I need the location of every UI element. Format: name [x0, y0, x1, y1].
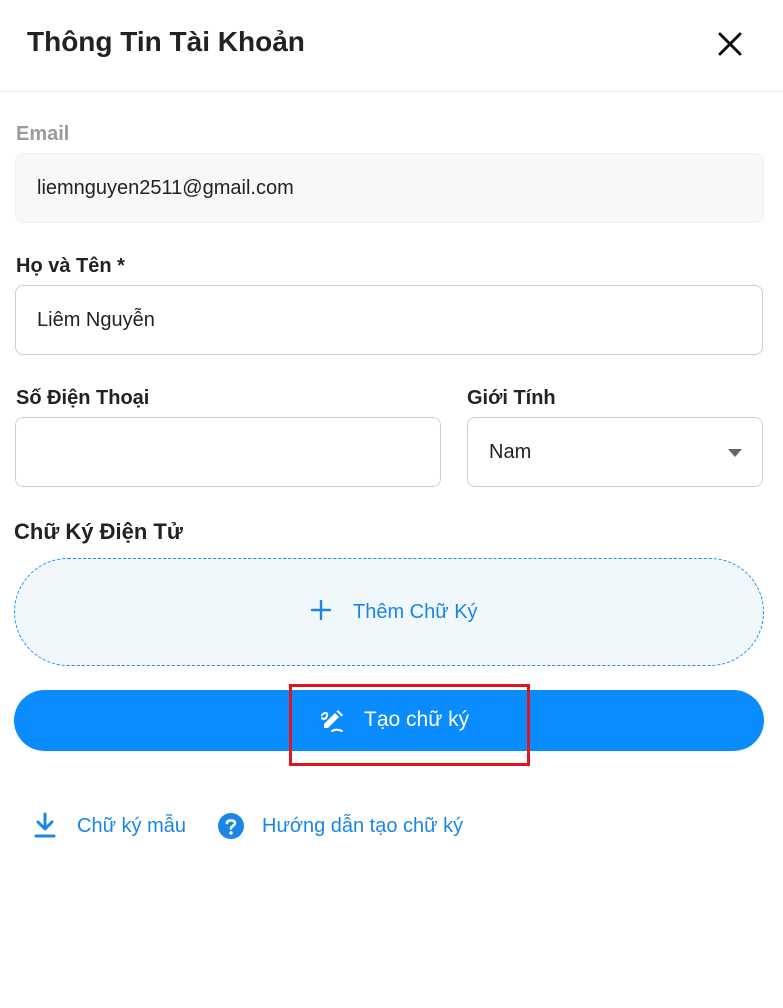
plus-icon: [311, 600, 331, 620]
sample-signature-label: Chữ ký mẫu: [77, 815, 186, 837]
fullname-label: Họ và Tên *: [16, 255, 125, 277]
add-signature-button[interactable]: Thêm Chữ Ký: [14, 558, 764, 666]
sample-signature-link[interactable]: Chữ ký mẫu: [33, 810, 193, 842]
fullname-field[interactable]: Liêm Nguyễn: [15, 285, 763, 355]
gender-select[interactable]: Nam: [467, 417, 763, 487]
close-icon: [718, 32, 742, 56]
dialog-header: Thông Tin Tài Khoản: [0, 0, 783, 92]
fullname-value: Liêm Nguyễn: [37, 309, 155, 331]
draw-signature-icon: [321, 710, 343, 732]
signature-guide-link[interactable]: Hướng dẫn tạo chữ ký: [217, 810, 477, 842]
signature-guide-label: Hướng dẫn tạo chữ ký: [262, 815, 464, 837]
dialog-title: Thông Tin Tài Khoản: [27, 26, 305, 57]
email-field: liemnguyen2511@gmail.com: [15, 153, 764, 223]
phone-label: Số Điện Thoại: [16, 387, 150, 409]
email-label: Email: [16, 123, 70, 145]
create-signature-button[interactable]: Tạo chữ ký: [14, 690, 764, 751]
help-icon: [218, 813, 244, 839]
add-signature-label: Thêm Chữ Ký: [353, 601, 478, 623]
signature-label: Chữ Ký Điện Tử: [14, 519, 183, 544]
download-icon: [34, 812, 56, 838]
phone-input[interactable]: [16, 418, 440, 486]
phone-field-wrapper: [15, 417, 441, 487]
email-value: liemnguyen2511@gmail.com: [37, 177, 294, 199]
dropdown-arrow-icon: [728, 449, 742, 457]
create-signature-label: Tạo chữ ký: [364, 708, 470, 731]
gender-selected-value: Nam: [489, 441, 532, 463]
close-button[interactable]: [712, 26, 748, 62]
gender-label: Giới Tính: [467, 387, 556, 409]
